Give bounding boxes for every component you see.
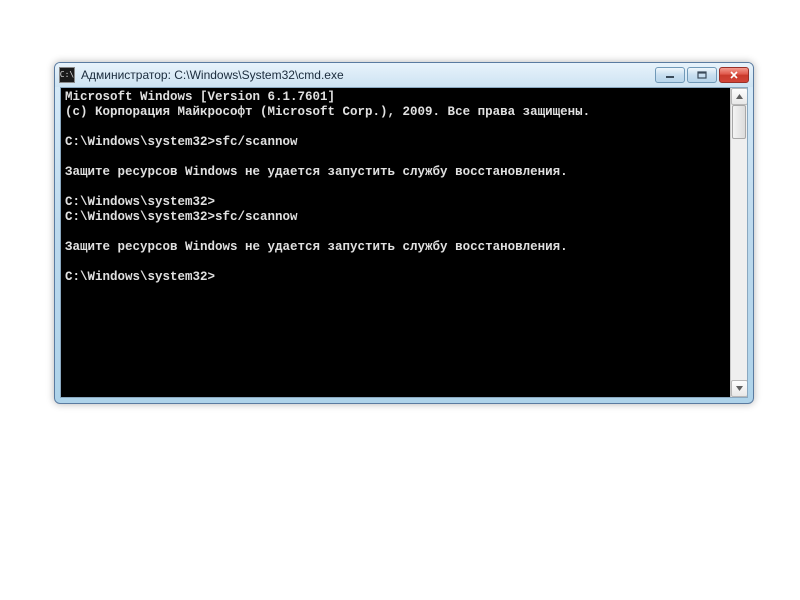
scrollbar-thumb[interactable] [732,105,746,139]
maximize-button[interactable] [687,67,717,83]
console-output[interactable]: Microsoft Windows [Version 6.1.7601] (c)… [61,88,730,397]
maximize-icon [697,71,707,79]
chevron-down-icon [735,384,744,393]
close-button[interactable] [719,67,749,83]
cmd-icon: C:\ [59,67,75,83]
console-area: Microsoft Windows [Version 6.1.7601] (c)… [60,87,748,398]
scroll-up-button[interactable] [731,88,748,105]
minimize-icon [665,71,675,79]
window-title: Администратор: C:\Windows\System32\cmd.e… [81,68,655,82]
scroll-down-button[interactable] [731,380,748,397]
cmd-icon-glyph: C:\ [60,71,74,79]
titlebar[interactable]: C:\ Администратор: C:\Windows\System32\c… [55,63,753,87]
minimize-button[interactable] [655,67,685,83]
scrollbar-track[interactable] [731,105,747,380]
close-icon [729,71,739,79]
window-controls [655,67,749,83]
cmd-window: C:\ Администратор: C:\Windows\System32\c… [54,62,754,404]
scrollbar-vertical [730,88,747,397]
chevron-up-icon [735,92,744,101]
